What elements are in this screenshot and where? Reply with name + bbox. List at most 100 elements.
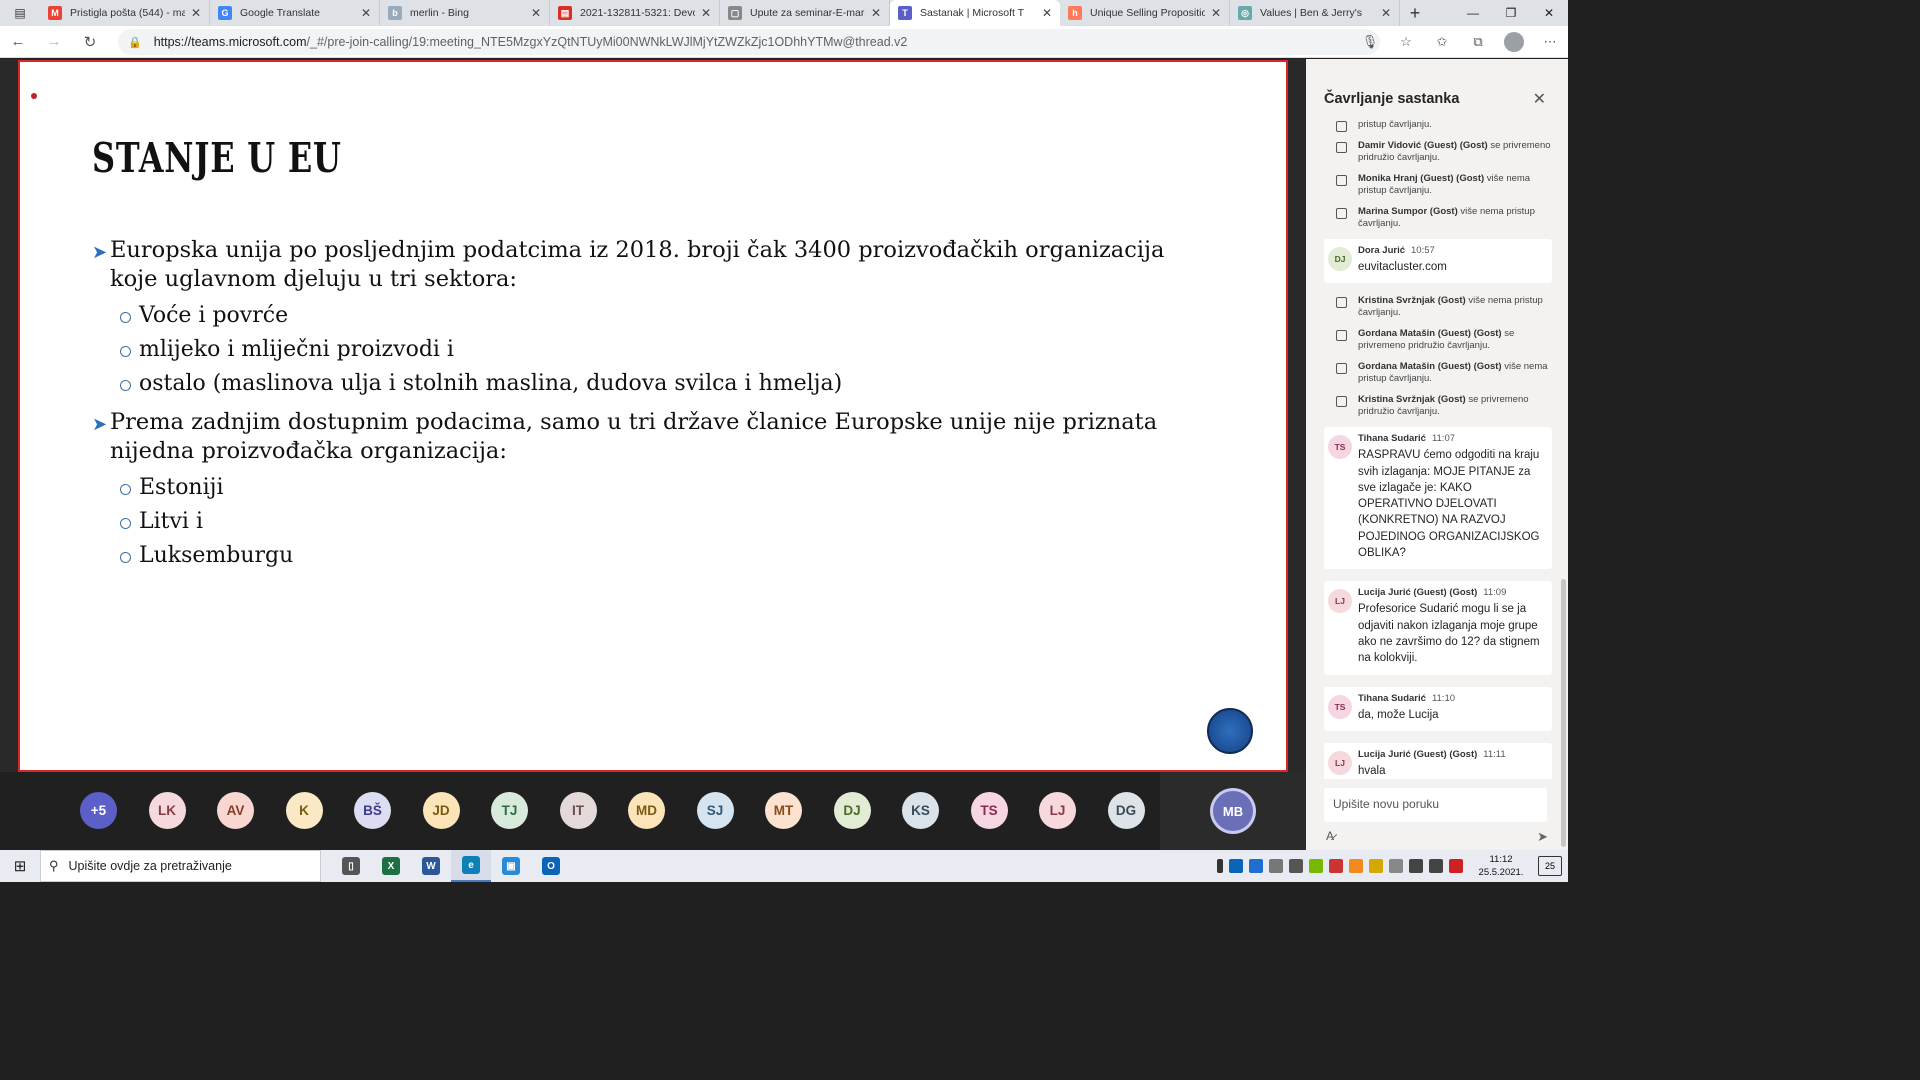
slide-sub-bullet-text: mlijeko i mliječni proizvodi i [139, 336, 454, 362]
chat-event-icon [1336, 208, 1347, 219]
profile-avatar[interactable] [1496, 32, 1532, 52]
participant-avatar[interactable]: BŠ [354, 792, 391, 829]
participant-avatar[interactable]: JD [422, 792, 460, 829]
restore-icon[interactable]: ❐ [1492, 0, 1530, 26]
store-icon: ▣ [502, 857, 520, 875]
usb-tray-icon[interactable] [1269, 859, 1283, 873]
taskbar-app[interactable]: O [531, 850, 571, 882]
send-icon[interactable]: ➤ [1537, 829, 1548, 845]
taskbar-app[interactable]: ▯ [331, 850, 371, 882]
document-icon: ▢ [728, 6, 742, 20]
participant-avatar[interactable]: KS [902, 792, 939, 829]
browser-tab[interactable]: M Pristigla pošta (544) - mar ✕ [40, 0, 210, 26]
participant-avatar[interactable]: MT [765, 792, 802, 829]
close-tab-icon[interactable]: ✕ [1381, 6, 1391, 20]
reload-icon[interactable]: ↻ [72, 26, 108, 58]
message-meta: Dora Jurić 10:57 [1358, 245, 1544, 256]
microphone-icon[interactable]: 🎙 [1352, 34, 1388, 50]
participant-avatar[interactable]: DJ [833, 792, 871, 829]
taskbar-clock[interactable]: 11:12 25.5.2021. [1466, 853, 1536, 879]
microphone-tray-icon[interactable] [1217, 859, 1223, 873]
chat-message[interactable]: TS Tihana Sudarić 11:10 da, može Lucija [1324, 686, 1552, 731]
tab-title: Values | Ben & Jerry's [1260, 7, 1362, 19]
participant-avatar[interactable]: TS [970, 792, 1008, 829]
collections-icon[interactable]: ⧉ [1460, 34, 1496, 50]
browser-tab[interactable]: b merlin - Bing ✕ [380, 0, 550, 26]
shared-slide: STANJE U EU ➤ Europska unija po posljednj… [18, 60, 1288, 772]
participant-avatar[interactable]: K [285, 792, 323, 829]
system-message-person: Damir Vidović (Guest) (Gost) [1358, 140, 1488, 151]
participant-avatar[interactable]: LJ [1039, 792, 1076, 829]
power-tray-icon[interactable] [1369, 859, 1383, 873]
self-view[interactable]: MB [1160, 772, 1306, 850]
more-menu-icon[interactable]: ⋯ [1532, 34, 1568, 50]
lock-icon[interactable]: 🔒 [128, 36, 142, 49]
favorite-star-icon[interactable]: ☆ [1388, 34, 1424, 50]
orange-tray-icon[interactable] [1349, 859, 1363, 873]
outlook-tray-icon[interactable] [1229, 859, 1243, 873]
taskbar-search-input[interactable]: ⚲ Upišite ovdje za pretraživanje [40, 850, 321, 882]
close-tab-icon[interactable]: ✕ [1042, 6, 1052, 20]
participant-avatar[interactable]: DG [1107, 792, 1145, 829]
network-icon[interactable] [1409, 859, 1423, 873]
system-tray: 11:12 25.5.2021. 25 [1214, 850, 1568, 882]
taskbar-app[interactable]: W [411, 850, 451, 882]
participant-avatar[interactable]: LK [148, 792, 186, 829]
volume-icon[interactable] [1429, 859, 1443, 873]
taskbar-app[interactable]: e [451, 850, 491, 882]
minimize-icon[interactable]: — [1454, 0, 1492, 26]
close-tab-icon[interactable]: ✕ [871, 6, 881, 20]
chat-scrollbar[interactable] [1561, 579, 1566, 847]
slide-sub-bullet-text: Litvi i [139, 508, 203, 534]
chat-message[interactable]: DJ Dora Jurić 10:57 euvitacluster.com [1324, 239, 1552, 284]
chat-message[interactable]: TS Tihana Sudarić 11:07 RASPRAVU ćemo odgod… [1324, 427, 1552, 570]
browser-tab[interactable]: T Sastanak | Microsoft T ✕ [890, 0, 1060, 26]
chevron-up-icon[interactable] [1389, 859, 1403, 873]
app-tray-icon[interactable] [1289, 859, 1303, 873]
search-icon: ⚲ [49, 858, 59, 873]
battery-icon[interactable] [1449, 859, 1463, 873]
format-icon[interactable]: A̷ [1326, 829, 1334, 843]
participant-avatar[interactable]: MD [628, 792, 665, 829]
close-tab-icon[interactable]: ✕ [531, 6, 541, 20]
notification-center-icon[interactable]: 25 [1538, 856, 1562, 876]
gift-tray-icon[interactable] [1329, 859, 1343, 873]
favorites-icon[interactable]: ✩ [1424, 34, 1460, 50]
participant-avatar[interactable]: SJ [696, 792, 734, 829]
chat-system-message: Monika Hranj (Guest) (Gost) više nema pr… [1306, 173, 1560, 197]
participant-avatar[interactable]: TJ [491, 792, 528, 829]
chat-message[interactable]: LJ Lucija Jurić (Guest) (Gost) 11:09 Profes… [1324, 581, 1552, 675]
chat-message[interactable]: LJ Lucija Jurić (Guest) (Gost) 11:11 hvala [1324, 742, 1552, 779]
taskbar-app[interactable]: X [371, 850, 411, 882]
close-tab-icon[interactable]: ✕ [191, 6, 201, 20]
participant-avatar[interactable]: +5 [80, 792, 117, 829]
back-icon[interactable]: ← [0, 26, 36, 58]
browser-tab[interactable]: ◎ Values | Ben & Jerry's ✕ [1230, 0, 1400, 26]
browser-tab[interactable]: G Google Translate ✕ [210, 0, 380, 26]
browser-tab[interactable]: ▢ Upute za seminar-E-marke ✕ [720, 0, 890, 26]
browser-tab[interactable]: h Unique Selling Proposition ✕ [1060, 0, 1230, 26]
slide-sub-bullet: ostalo (maslinova ulja i stolnih maslina… [120, 366, 1212, 400]
close-window-icon[interactable]: ✕ [1530, 0, 1568, 26]
clock-date: 25.5.2021. [1478, 867, 1524, 878]
nvidia-tray-icon[interactable] [1309, 859, 1323, 873]
forward-icon[interactable]: → [36, 26, 72, 58]
windows-start-icon[interactable]: ⊞ [0, 850, 40, 882]
taskbar-app[interactable]: ▣ [491, 850, 531, 882]
tab-actions-icon[interactable]: ▤ [0, 0, 40, 26]
close-tab-icon[interactable]: ✕ [1211, 6, 1221, 20]
new-tab-button[interactable]: + [1400, 0, 1430, 26]
chat-event-icon [1336, 142, 1347, 153]
close-tab-icon[interactable]: ✕ [701, 6, 711, 20]
participant-avatar[interactable]: AV [217, 792, 254, 829]
tab-title: Sastanak | Microsoft T [920, 7, 1025, 19]
onedrive-tray-icon[interactable] [1249, 859, 1263, 873]
close-chat-icon[interactable]: ✕ [1533, 89, 1546, 109]
browser-tab[interactable]: ▤ 2021-132811-5321: Devon ✕ [550, 0, 720, 26]
close-tab-icon[interactable]: ✕ [361, 6, 371, 20]
chat-message-list[interactable]: pristup čavrljanju. Damir Vidović (Guest)… [1306, 119, 1560, 779]
url-input[interactable]: 🔒 https://teams.microsoft.com/_#/pre-joi… [118, 29, 1380, 55]
slide-sub-bullet: Luksemburgu [120, 538, 1212, 572]
participant-avatar[interactable]: IT [559, 792, 597, 829]
compose-message-input[interactable]: Upišite novu poruku [1324, 788, 1547, 822]
